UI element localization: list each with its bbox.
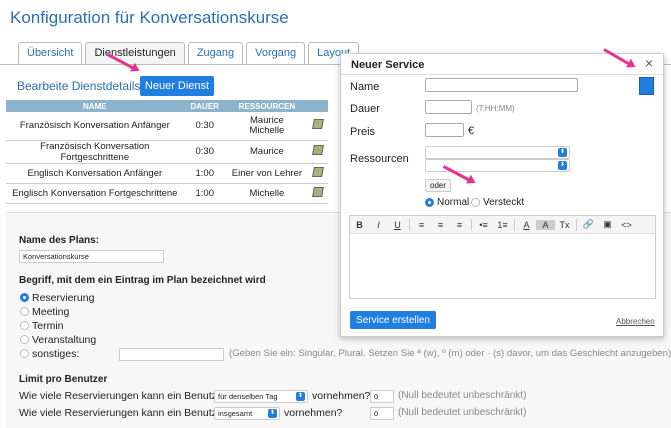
limit-question-prefix: Wie viele Reservierungen kann ein Benutz… (19, 407, 227, 419)
service-name: Französisch Konversation Anfänger (6, 112, 184, 141)
visibility-hidden-label: Versteckt (483, 197, 525, 208)
service-resources: Einer von Lehrer (225, 163, 308, 184)
term-radio-meeting[interactable] (20, 307, 29, 316)
chevron-down-icon: ⬍ (296, 392, 305, 401)
edit-icon[interactable] (312, 119, 324, 130)
service-resources: Maurice (225, 140, 308, 164)
chevron-down-icon: ⬍ (268, 409, 277, 418)
plan-name-input[interactable]: Konversationskurse (19, 250, 164, 263)
limit-question-prefix: Wie viele Reservierungen kann ein Benutz… (19, 390, 227, 402)
service-duration: 1:00 (183, 163, 226, 184)
image-icon[interactable]: ▣ (598, 219, 617, 230)
service-name: Englisch Konversation Anfänger (6, 163, 184, 184)
visibility-hidden-radio[interactable] (471, 198, 480, 207)
term-radio-reservation[interactable] (20, 293, 29, 302)
edit-icon[interactable] (312, 186, 324, 197)
tab-bar: Übersicht Dienstleistungen Zugang Vorgan… (18, 42, 362, 64)
resources-select-1[interactable]: ⬍ (425, 146, 570, 159)
term-other-input[interactable] (119, 348, 224, 361)
limit-question-suffix: vornehmen? (312, 390, 371, 402)
term-radio-other[interactable] (20, 349, 29, 358)
column-header-name: NAME (6, 100, 184, 112)
resources-label: Ressourcen (350, 153, 409, 165)
currency-label: € (468, 125, 475, 137)
tab-overview[interactable]: Übersicht (18, 42, 83, 64)
term-option-label: Veranstaltung (32, 334, 97, 346)
service-duration: 1:00 (183, 183, 226, 204)
limit-question-suffix: vornehmen? (284, 407, 343, 419)
align-left-icon[interactable]: ≡ (412, 220, 431, 230)
numbered-list-icon[interactable]: 1≡ (493, 220, 512, 230)
limit-hint: (Null bedeutet unbeschränkt) (398, 390, 527, 401)
duration-input[interactable] (425, 100, 472, 114)
tab-services[interactable]: Dienstleistungen (85, 42, 185, 64)
or-button[interactable]: oder (425, 179, 452, 192)
plan-name-label: Name des Plans: (19, 235, 100, 246)
service-resources: Maurice Michelle (225, 112, 308, 141)
limit-total-input[interactable]: 0 (370, 407, 394, 420)
close-icon[interactable]: × (645, 55, 653, 71)
description-editor[interactable]: B I U ≡ ≡ ≡ •≡ 1≡ A A Tx 🔗 ▣ <> (349, 215, 656, 299)
term-radio-event[interactable] (20, 335, 29, 344)
table-row[interactable]: Englisch Konversation Fortgeschrittene 1… (6, 183, 328, 204)
service-name-input[interactable] (425, 78, 578, 92)
cancel-link[interactable]: Abbrechen (616, 317, 655, 326)
price-label: Preis (350, 126, 376, 138)
limit-period-select[interactable]: für denselben Tag ⬍ (214, 390, 308, 403)
term-other-hint: (Geben Sie ein: Singular, Plural. Setzen… (229, 348, 671, 359)
page-title: Konfiguration für Konversationskurse (10, 8, 289, 27)
column-header-duration: DAUER (183, 100, 226, 112)
service-resources: Michelle (225, 183, 308, 204)
create-service-button[interactable]: Service erstellen (350, 311, 436, 329)
visibility-normal-label: Normal (437, 197, 470, 208)
limit-per-day-input[interactable]: 0 (370, 390, 394, 403)
visibility-normal-radio[interactable] (425, 198, 434, 207)
editor-toolbar: B I U ≡ ≡ ≡ •≡ 1≡ A A Tx 🔗 ▣ <> (350, 216, 655, 234)
new-service-dialog: Neuer Service × Name Dauer (T:HH:MM) Pre… (340, 53, 664, 337)
edit-icon[interactable] (312, 145, 324, 155)
underline-icon[interactable]: U (388, 220, 407, 230)
name-label: Name (350, 81, 380, 93)
service-name: Englisch Konversation Fortgeschrittene (6, 183, 184, 204)
edit-service-details-link[interactable]: Bearbeite Dienstdetails (17, 79, 140, 93)
align-center-icon[interactable]: ≡ (431, 220, 450, 230)
italic-icon[interactable]: I (369, 220, 388, 230)
link-icon[interactable]: 🔗 (579, 219, 598, 230)
text-color-icon[interactable]: A (517, 220, 536, 230)
term-radio-appointment[interactable] (20, 321, 29, 330)
dialog-title: Neuer Service (351, 59, 425, 71)
term-option-label: Meeting (32, 306, 70, 318)
term-option-label: Reservierung (32, 292, 95, 304)
services-table: NAME DAUER RESSOURCEN Französisch Konver… (6, 100, 328, 204)
clear-format-icon[interactable]: Tx (555, 220, 574, 230)
table-row[interactable]: Englisch Konversation Anfänger 1:00 Eine… (6, 163, 328, 184)
column-header-resources: RESSOURCEN (225, 100, 308, 112)
edit-icon[interactable] (312, 166, 324, 177)
limit-hint: (Null bedeutet unbeschränkt) (398, 407, 527, 418)
term-option-label: Termin (32, 320, 64, 332)
tab-process[interactable]: Vorgang (246, 42, 306, 64)
duration-hint: (T:HH:MM) (476, 104, 515, 113)
chevron-down-icon: ⬍ (558, 161, 567, 170)
tab-access[interactable]: Zugang (187, 42, 244, 64)
new-service-button[interactable]: Neuer Dienst (140, 76, 214, 96)
bold-icon[interactable]: B (350, 220, 369, 230)
duration-label: Dauer (350, 103, 380, 115)
align-right-icon[interactable]: ≡ (450, 220, 469, 230)
code-icon[interactable]: <> (617, 220, 636, 230)
service-duration: 0:30 (183, 112, 226, 141)
table-row[interactable]: Französisch Konversation Fortgeschritten… (6, 140, 328, 164)
service-duration: 0:30 (183, 140, 226, 164)
limit-heading: Limit pro Benutzer (19, 374, 108, 385)
table-row[interactable]: Französisch Konversation Anfänger 0:30 M… (6, 112, 328, 141)
limit-total-select[interactable]: insgesamt ⬍ (214, 407, 280, 420)
highlight-icon[interactable]: A (536, 219, 555, 230)
chevron-down-icon: ⬍ (558, 148, 567, 157)
color-picker-button[interactable] (639, 77, 654, 95)
term-option-label: sonstiges: (32, 348, 80, 360)
price-input[interactable] (425, 123, 464, 137)
service-name: Französisch Konversation Fortgeschritten… (6, 140, 184, 164)
bullet-list-icon[interactable]: •≡ (474, 220, 493, 230)
term-label: Begriff, mit dem ein Eintrag im Plan bez… (19, 275, 266, 286)
